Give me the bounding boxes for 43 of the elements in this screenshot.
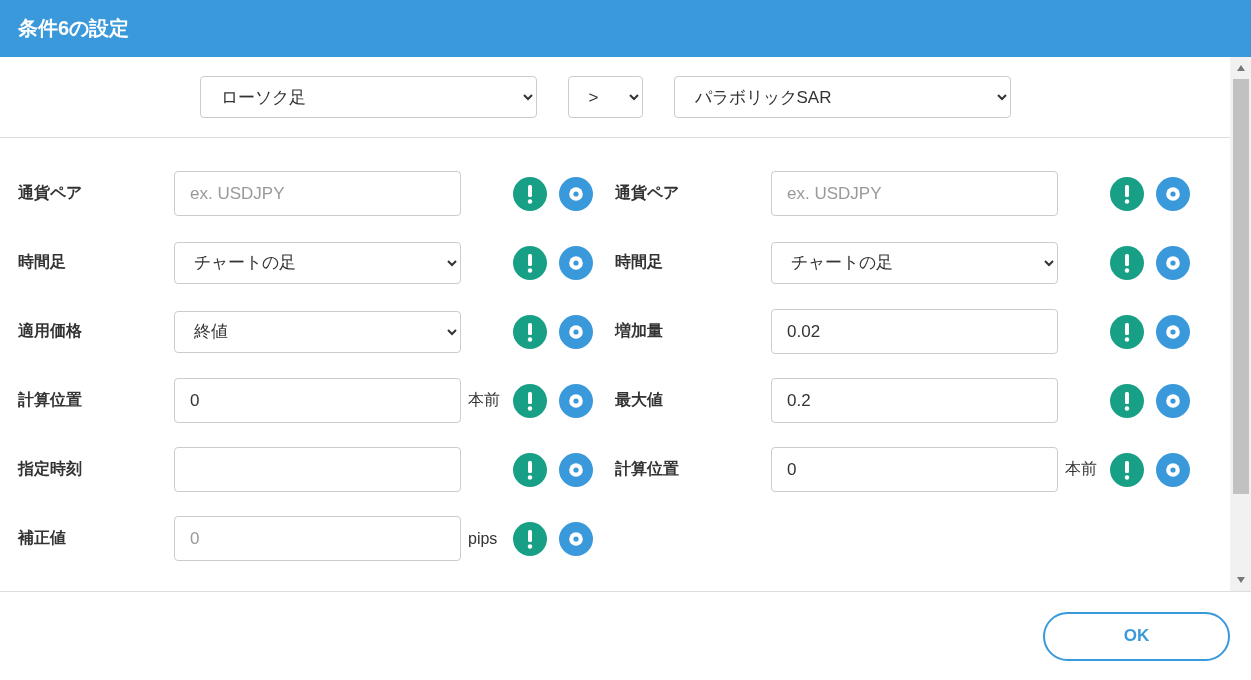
unit-label: pips [468, 529, 498, 547]
field-label: 通貨ペア [18, 183, 83, 203]
input-field[interactable]: 0 [174, 378, 461, 423]
field-label: 時間足 [615, 252, 664, 272]
exclamation-icon[interactable] [1110, 383, 1144, 418]
exclamation-icon[interactable] [1110, 452, 1144, 487]
input-field[interactable]: 0 [771, 447, 1058, 492]
field-label: 適用価格 [18, 321, 83, 341]
field-label: 計算位置 [615, 459, 680, 479]
dropdown[interactable]: チャートの足 [174, 241, 461, 284]
dropdown[interactable]: ローソク足 [199, 76, 537, 118]
input-field[interactable]: 0.2 [771, 378, 1058, 423]
input-field[interactable]: 0 [174, 516, 461, 561]
unit-label: 本前 [1065, 460, 1097, 477]
field-label: 通貨ペア [615, 183, 680, 203]
exclamation-icon[interactable] [513, 521, 547, 556]
unit-label: 本前 [468, 391, 500, 408]
field-label: 時間足 [18, 252, 67, 272]
input-field[interactable]: ex. USDJPY [174, 171, 461, 216]
exclamation-icon[interactable] [513, 176, 547, 211]
field-label: 最大値 [615, 390, 664, 410]
scroll-up-icon[interactable] [1236, 65, 1245, 71]
input-field[interactable]: ex. USDJPY [771, 171, 1058, 216]
exclamation-icon[interactable] [513, 245, 547, 280]
operator-dropdown[interactable]: > [567, 76, 643, 118]
field-label: 計算位置 [18, 390, 83, 410]
input-field[interactable] [174, 447, 461, 492]
exclamation-icon[interactable] [513, 314, 547, 349]
exclamation-icon[interactable] [1110, 176, 1144, 211]
dropdown[interactable]: チャートの足 [771, 241, 1058, 284]
input-field[interactable]: 0.02 [771, 309, 1058, 354]
scroll-down-icon[interactable] [1236, 577, 1245, 583]
dropdown[interactable]: パラボリックSAR [673, 76, 1011, 118]
exclamation-icon[interactable] [1110, 314, 1144, 349]
scrollbar[interactable] [1230, 57, 1251, 591]
exclamation-icon[interactable] [1110, 245, 1144, 280]
dropdown[interactable]: 終値 [174, 310, 461, 353]
exclamation-icon[interactable] [513, 452, 547, 487]
field-label: 補正値 [18, 528, 67, 548]
field-label: 指定時刻 [18, 459, 83, 479]
dialog-title: 条件6の設定 [18, 16, 130, 41]
exclamation-icon[interactable] [513, 383, 547, 418]
field-label: 増加量 [615, 321, 664, 341]
